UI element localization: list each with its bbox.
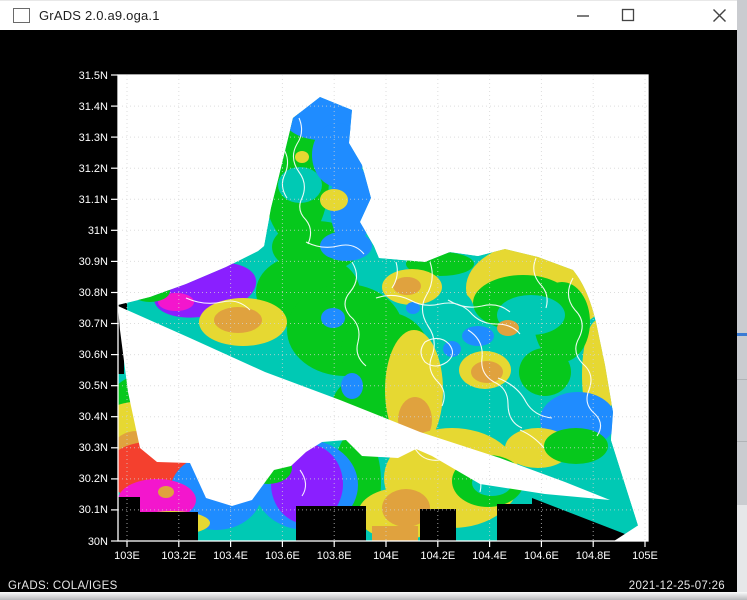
y-tick-label: 31.1N	[79, 194, 108, 206]
y-tick-label: 30.8N	[79, 287, 108, 299]
x-tick-label: 104.8E	[576, 550, 611, 562]
y-tick-label: 31.2N	[79, 163, 108, 175]
x-tick-label: 104.6E	[524, 550, 559, 562]
y-tick-label: 31.3N	[79, 132, 108, 144]
y-tick-label: 30.3N	[79, 442, 108, 454]
y-tick-label: 30.1N	[79, 504, 108, 516]
x-tick-label: 104.2E	[420, 550, 455, 562]
y-tick-label: 30N	[88, 536, 108, 548]
maximize-button[interactable]	[605, 0, 650, 30]
grads-canvas[interactable]: 31.5N 31.4N 31.3N 31.2N 31.1N 31N 30.9N …	[0, 30, 737, 592]
background-window-edge	[737, 333, 747, 336]
y-tick-label: 30.4N	[79, 411, 108, 423]
maximize-icon	[621, 8, 635, 22]
x-tick-label: 103.2E	[161, 550, 196, 562]
y-tick-label: 30.5N	[79, 380, 108, 392]
divider	[737, 441, 747, 442]
x-tick-label: 103.4E	[213, 550, 248, 562]
desktop-edge-light	[737, 505, 747, 600]
window-title: GrADS 2.0.a9.oga.1	[39, 8, 160, 23]
x-tick-label: 103E	[114, 550, 140, 562]
close-icon	[712, 8, 727, 23]
y-tick-label: 30.2N	[79, 473, 108, 485]
desktop-edge-bottom	[0, 592, 747, 600]
status-timestamp: 2021-12-25-07:26	[629, 580, 725, 592]
close-button[interactable]	[697, 0, 742, 30]
x-axis-labels: 103E 103.2E 103.4E 103.6E 103.8E 104E 10…	[114, 550, 658, 562]
y-tick-label: 31N	[88, 225, 108, 237]
x-tick-label: 104.4E	[472, 550, 507, 562]
status-app-label: GrADS: COLA/IGES	[8, 580, 118, 592]
minimize-button[interactable]	[560, 0, 605, 30]
y-tick-label: 31.5N	[79, 70, 108, 82]
y-tick-label: 31.4N	[79, 101, 108, 113]
x-tick-label: 104E	[373, 550, 399, 562]
y-tick-label: 30.7N	[79, 318, 108, 330]
divider	[737, 379, 747, 380]
x-tick-label: 105E	[632, 550, 658, 562]
minimize-icon	[576, 8, 590, 22]
contour-map-plot[interactable]: 31.5N 31.4N 31.3N 31.2N 31.1N 31N 30.9N …	[0, 30, 737, 592]
app-window-icon	[13, 8, 30, 23]
desktop-edge-right	[737, 0, 747, 600]
x-tick-label: 103.8E	[317, 550, 352, 562]
x-tick-label: 103.6E	[265, 550, 300, 562]
status-bar: GrADS: COLA/IGES 2021-12-25-07:26	[0, 580, 737, 592]
y-tick-label: 30.6N	[79, 349, 108, 361]
y-tick-label: 30.9N	[79, 256, 108, 268]
